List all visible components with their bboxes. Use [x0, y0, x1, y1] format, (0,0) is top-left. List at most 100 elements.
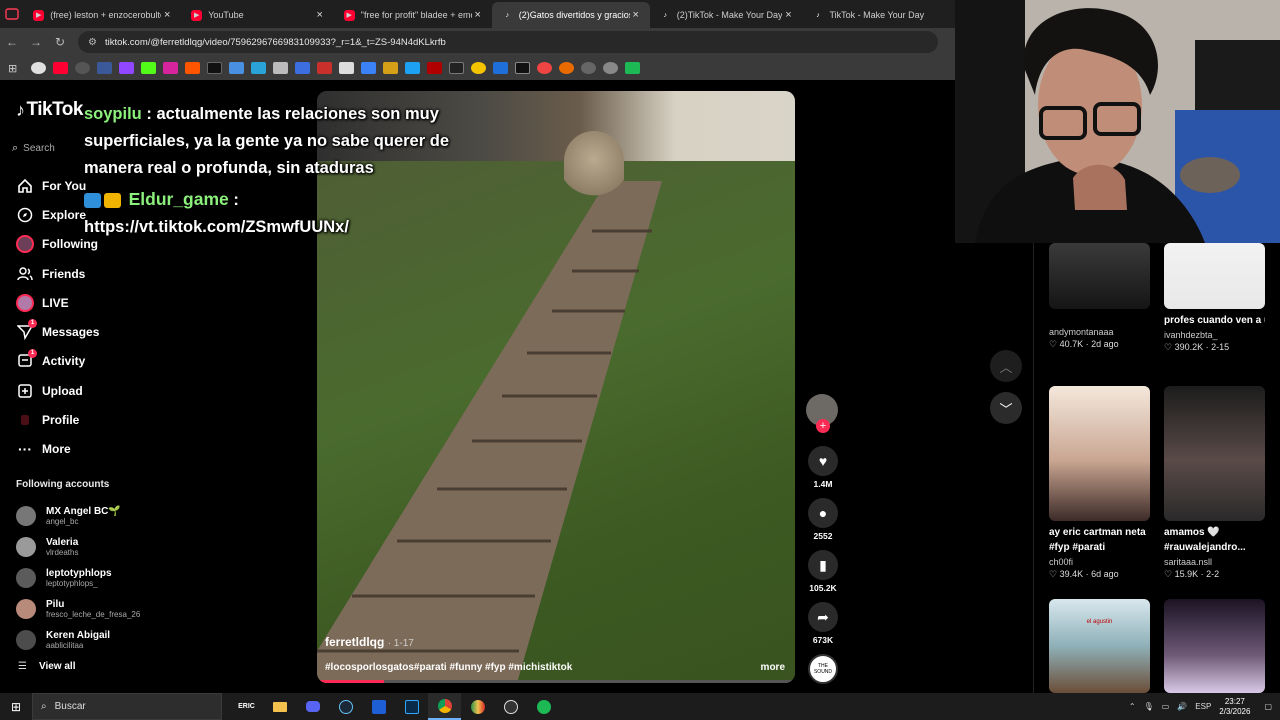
tab-close-icon[interactable]: ×	[314, 9, 326, 21]
app-icon[interactable]	[461, 693, 494, 720]
bookmark-icon[interactable]	[295, 62, 311, 74]
soundcloud-bookmark-icon[interactable]	[185, 62, 201, 74]
sound-disc[interactable]: THE SOUND	[807, 654, 839, 684]
kick-bookmark-icon[interactable]	[141, 62, 157, 74]
video-author-name[interactable]: ferretldlqg	[325, 635, 384, 649]
reload-icon[interactable]: ↻	[48, 35, 72, 49]
bookmark-icon[interactable]	[273, 62, 289, 74]
discord-icon[interactable]	[296, 693, 329, 720]
bookmark-icon[interactable]	[515, 62, 531, 74]
video-hashtags[interactable]: #locosporlosgatos#parati #funny #fyp #mi…	[325, 662, 572, 673]
bookmark-icon[interactable]	[559, 62, 575, 74]
nav-messages[interactable]: 1 Messages	[16, 317, 99, 346]
browser-tab[interactable]: ▶ "free for profit" bladee + emo ×	[334, 2, 492, 28]
video-card[interactable]	[1164, 599, 1265, 693]
view-all-button[interactable]: ☰ View all	[18, 661, 75, 672]
following-account[interactable]: Pilu fresco_leche_de_fresa_26	[16, 593, 140, 624]
bookmark-icon[interactable]	[383, 62, 399, 74]
bookmark-icon[interactable]	[405, 62, 421, 74]
notion-bookmark-icon[interactable]	[339, 62, 355, 74]
nav-activity[interactable]: 1 Activity	[16, 347, 99, 376]
apps-grid-icon[interactable]: ⊞	[8, 62, 17, 75]
twitch-bookmark-icon[interactable]	[119, 62, 135, 74]
explorer-icon[interactable]	[263, 693, 296, 720]
network-icon[interactable]: ▭	[1162, 702, 1170, 711]
video-card[interactable]: andymontanaaa ♡ 40.7K · 2d ago	[1049, 243, 1150, 350]
video-card[interactable]: ay eric cartman neta #fyp #parati ch00fi…	[1049, 386, 1150, 580]
microphone-icon[interactable]: 🎙	[1144, 702, 1154, 711]
bookmark-icon[interactable]	[625, 62, 641, 74]
video-progress-bar[interactable]	[317, 680, 795, 683]
spotify-icon[interactable]	[527, 693, 560, 720]
browser-tab[interactable]: ▶ (free) leston + enzocerobulto - ×	[23, 2, 181, 28]
browser-tab-active[interactable]: ♪ (2)Gatos divertidos y graciosos ×	[491, 2, 650, 28]
bookmark-icon[interactable]	[493, 62, 509, 74]
notification-icon[interactable]: ▢	[1264, 702, 1272, 711]
video-card[interactable]: el agustin	[1049, 599, 1150, 693]
browser-tab[interactable]: ▶ YouTube ×	[181, 2, 334, 28]
browser-tab[interactable]: ♪ (2)TikTok - Make Your Day ×	[650, 2, 803, 28]
nav-profile[interactable]: Profile	[16, 405, 99, 434]
forward-icon[interactable]: →	[24, 35, 48, 49]
more-button[interactable]: more	[761, 662, 785, 673]
site-info-icon[interactable]: ⚙	[88, 37, 97, 48]
steam-icon[interactable]	[329, 693, 362, 720]
following-account[interactable]: leptotyphlops leptotyphlops_	[16, 563, 140, 594]
clock[interactable]: 23:27 2/3/2026	[1219, 697, 1250, 717]
follow-plus-icon[interactable]: +	[816, 419, 830, 433]
nav-more[interactable]: ··· More	[16, 435, 99, 464]
tab-close-icon[interactable]: ×	[630, 9, 642, 21]
tab-close-icon[interactable]: ×	[782, 9, 794, 21]
comment-button[interactable]: ● 2552	[807, 498, 839, 541]
language-indicator[interactable]: ESP	[1195, 702, 1211, 711]
translate-bookmark-icon[interactable]	[229, 62, 245, 74]
like-button[interactable]: ♥ 1.4M	[807, 446, 839, 489]
bookmark-icon[interactable]	[361, 62, 377, 74]
bookmark-icon[interactable]	[449, 62, 465, 74]
eric-app-icon[interactable]: ERIC	[230, 693, 263, 720]
tab-search-icon[interactable]	[4, 6, 20, 22]
following-account[interactable]: MX Angel BC🌱 angel_bc	[16, 501, 140, 532]
video-actions: + ♥ 1.4M ● 2552 ▮ 105.2K ➦ 673K THE SOUN…	[806, 394, 840, 684]
video-card[interactable]: profes cuando ven a un alumno tom... iva…	[1164, 243, 1265, 353]
back-icon[interactable]: ←	[0, 35, 24, 49]
volume-icon[interactable]: 🔊	[1177, 702, 1187, 711]
facebook-bookmark-icon[interactable]	[97, 62, 113, 74]
next-video-button[interactable]: ﹀	[990, 392, 1022, 424]
share-button[interactable]: ➦ 673K	[807, 602, 839, 645]
taskbar-search[interactable]: ⌕ Buscar	[32, 693, 222, 720]
x-bookmark-icon[interactable]	[207, 62, 223, 74]
browser-tab[interactable]: ♪ TikTok - Make Your Day	[802, 2, 955, 28]
nav-live[interactable]: LIVE	[16, 288, 99, 317]
windows-start-icon[interactable]: ⊞	[0, 700, 32, 714]
bookmark-icon[interactable]	[537, 62, 553, 74]
nav-friends[interactable]: Friends	[16, 259, 99, 288]
bookmark-icon[interactable]	[581, 62, 597, 74]
tiktok-logo[interactable]: ♪ TikTok	[16, 99, 83, 121]
bookmark-icon[interactable]	[251, 62, 267, 74]
bookmark-icon[interactable]	[317, 62, 333, 74]
obs-icon[interactable]	[494, 693, 527, 720]
video-card[interactable]: amamos 🤍 #rauwalejandro... saritaaa.nsll…	[1164, 386, 1265, 580]
nav-upload[interactable]: Upload	[16, 376, 99, 405]
previous-video-button[interactable]: ︿	[990, 350, 1022, 382]
chrome-icon[interactable]	[428, 693, 461, 720]
google-bookmark-icon[interactable]	[31, 62, 47, 74]
youtube-bookmark-icon[interactable]	[53, 62, 69, 74]
save-button[interactable]: ▮ 105.2K	[807, 550, 839, 593]
bookmark-icon[interactable]	[471, 62, 487, 74]
vegas-icon[interactable]	[362, 693, 395, 720]
url-field[interactable]: ⚙ tiktok.com/@ferretldlqg/video/75962967…	[78, 31, 938, 53]
bookmark-icon[interactable]	[603, 62, 619, 74]
following-account[interactable]: Valeria vlrdeaths	[16, 532, 140, 563]
instagram-bookmark-icon[interactable]	[163, 62, 179, 74]
bookmark-icon[interactable]	[427, 62, 443, 74]
author-avatar[interactable]: +	[806, 394, 838, 433]
chevron-up-icon[interactable]: ⌃	[1129, 702, 1136, 711]
video-author[interactable]: ferretldlqg · 1-17	[325, 635, 414, 649]
following-account[interactable]: Keren Abigail aablicilitaa	[16, 624, 140, 655]
photoshop-icon[interactable]	[395, 693, 428, 720]
tab-close-icon[interactable]: ×	[161, 9, 173, 21]
bookmark-icon[interactable]	[75, 62, 91, 74]
tab-close-icon[interactable]: ×	[472, 9, 484, 21]
